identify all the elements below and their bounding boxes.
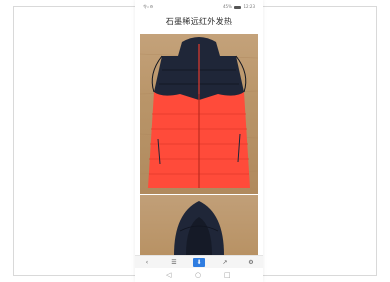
clock: 12:23	[243, 4, 255, 9]
hood-illustration	[174, 201, 224, 255]
vest-illustration	[140, 37, 258, 188]
recent-square-icon[interactable]: □	[224, 271, 231, 279]
settings-icon[interactable]: ⚙	[245, 258, 257, 267]
system-navigation: ◁ ○ □	[135, 268, 263, 282]
download-icon[interactable]: ⬇	[193, 258, 205, 267]
product-photo-vest-hood[interactable]	[140, 195, 258, 255]
bottom-toolbar: ‹ ☰ ⬇ ↗ ⚙	[135, 255, 263, 269]
phone-screen: 令ᵢₗ ⚙ 45% 12:23 石墨稀远红外发热 ‹ ☰ ⬇ ↗ ⚙ ◁ ○ □	[135, 0, 263, 282]
page-title: 石墨稀远红外发热	[165, 17, 233, 26]
home-circle-icon[interactable]: ○	[195, 271, 201, 279]
battery-percent: 45%	[223, 4, 232, 9]
share-icon[interactable]: ↗	[219, 258, 231, 267]
back-triangle-icon[interactable]: ◁	[166, 271, 171, 279]
back-icon[interactable]: ‹	[141, 258, 153, 267]
battery-time-status: 45% 12:23	[223, 4, 255, 9]
battery-icon	[234, 5, 242, 9]
signal-status: 令ᵢₗ ⚙	[143, 4, 154, 9]
status-bar: 令ᵢₗ ⚙ 45% 12:23	[135, 0, 263, 12]
product-photo-vest-front[interactable]	[140, 34, 258, 194]
menu-icon[interactable]: ☰	[168, 258, 180, 267]
